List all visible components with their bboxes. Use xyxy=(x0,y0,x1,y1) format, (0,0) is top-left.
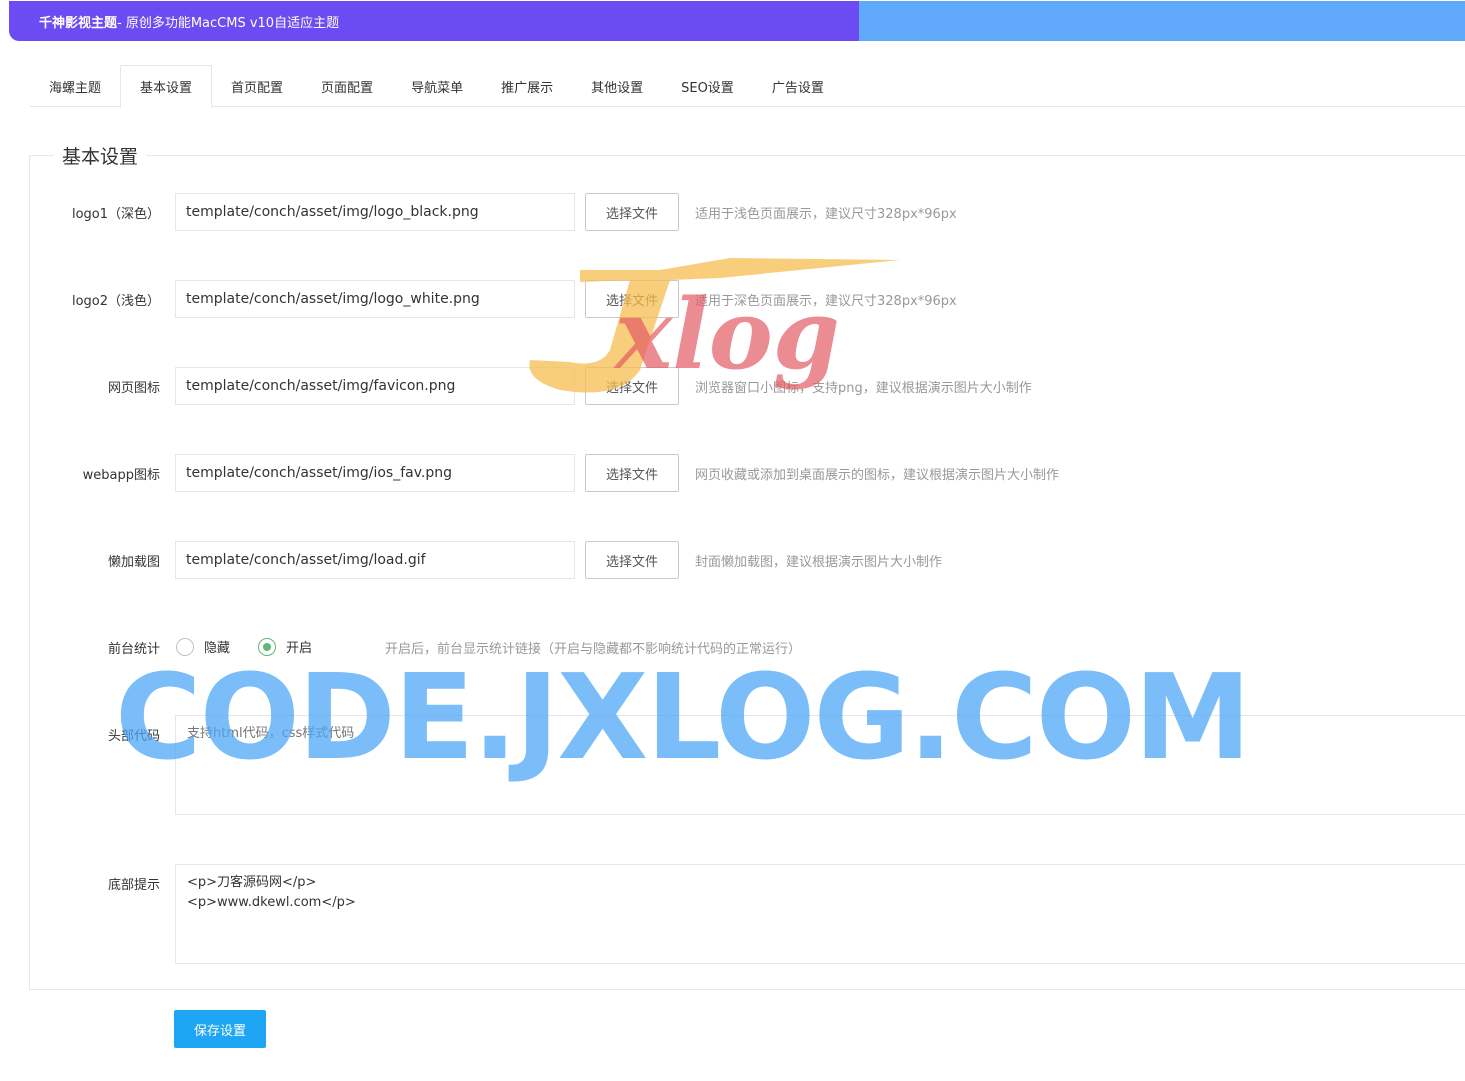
stats-label: 前台统计 xyxy=(107,642,160,657)
lazyload-path-input[interactable] xyxy=(175,541,575,579)
logo1-label: logo1（深色） xyxy=(71,207,160,222)
logo2-choose-file-button[interactable]: 选择文件 xyxy=(585,280,679,318)
stats-radio-show[interactable]: 开启 xyxy=(258,637,312,656)
favicon-hint: 浏览器窗口小图标，支持png，建议根据演示图片大小制作 xyxy=(695,381,1032,396)
tab-other-settings[interactable]: 其他设置 xyxy=(572,65,662,107)
tab-seo-settings[interactable]: SEO设置 xyxy=(662,65,753,107)
header-right-area xyxy=(859,1,1465,41)
webapp-icon-label: webapp图标 xyxy=(82,468,160,483)
lazyload-hint: 封面懒加载图，建议根据演示图片大小制作 xyxy=(695,555,943,570)
fieldset-legend: 基本设置 xyxy=(54,142,147,169)
save-settings-button[interactable]: 保存设置 xyxy=(174,1010,266,1048)
header-title-area: 千神影视主题 - 原创多功能MacCMS v10自适应主题 xyxy=(9,1,859,41)
head-code-label: 头部代码 xyxy=(107,729,160,744)
stats-radio-hide-label: 隐藏 xyxy=(204,641,231,656)
radio-circle-icon xyxy=(176,637,194,656)
logo1-choose-file-button[interactable]: 选择文件 xyxy=(585,193,679,231)
app-header: 千神影视主题 - 原创多功能MacCMS v10自适应主题 xyxy=(9,1,1465,41)
footer-tip-textarea[interactable]: <p>刀客源码网</p> <p>www.dkewl.com</p> xyxy=(175,864,1465,964)
favicon-path-input[interactable] xyxy=(175,367,575,405)
lazyload-choose-file-button[interactable]: 选择文件 xyxy=(585,541,679,579)
tab-basic-settings[interactable]: 基本设置 xyxy=(120,65,213,108)
logo2-hint: 适用于深色页面展示，建议尺寸328px*96px xyxy=(695,294,957,309)
stats-radio-hide[interactable]: 隐藏 xyxy=(176,637,230,656)
webapp-icon-choose-file-button[interactable]: 选择文件 xyxy=(585,454,679,492)
logo1-path-input[interactable] xyxy=(175,193,575,231)
brand-name: 千神影视主题 xyxy=(39,15,118,31)
logo2-label: logo2（浅色） xyxy=(71,294,160,309)
lazyload-label: 懒加载图 xyxy=(107,555,160,570)
tab-home-config[interactable]: 首页配置 xyxy=(212,65,302,107)
webapp-icon-hint: 网页收藏或添加到桌面展示的图标，建议根据演示图片大小制作 xyxy=(695,468,1060,483)
tab-conch-theme[interactable]: 海螺主题 xyxy=(30,65,120,107)
favicon-choose-file-button[interactable]: 选择文件 xyxy=(585,367,679,405)
tab-page-config[interactable]: 页面配置 xyxy=(302,65,392,107)
webapp-icon-path-input[interactable] xyxy=(175,454,575,492)
footer-tip-label: 底部提示 xyxy=(107,878,160,893)
tab-promo-display[interactable]: 推广展示 xyxy=(482,65,572,107)
head-code-textarea[interactable] xyxy=(175,715,1465,815)
tab-ad-settings[interactable]: 广告设置 xyxy=(753,65,843,107)
stats-hint: 开启后，前台显示统计链接（开启与隐藏都不影响统计代码的正常运行） xyxy=(385,642,802,657)
tab-nav-menu[interactable]: 导航菜单 xyxy=(392,65,482,107)
stats-radio-show-label: 开启 xyxy=(286,641,313,656)
logo2-path-input[interactable] xyxy=(175,280,575,318)
settings-tabs: 海螺主题 基本设置 首页配置 页面配置 导航菜单 推广展示 其他设置 SEO设置… xyxy=(30,65,1465,108)
brand-subtitle: - 原创多功能MacCMS v10自适应主题 xyxy=(117,15,340,31)
favicon-label: 网页图标 xyxy=(107,381,160,396)
logo1-hint: 适用于浅色页面展示，建议尺寸328px*96px xyxy=(695,207,957,222)
radio-checked-icon xyxy=(258,637,276,656)
